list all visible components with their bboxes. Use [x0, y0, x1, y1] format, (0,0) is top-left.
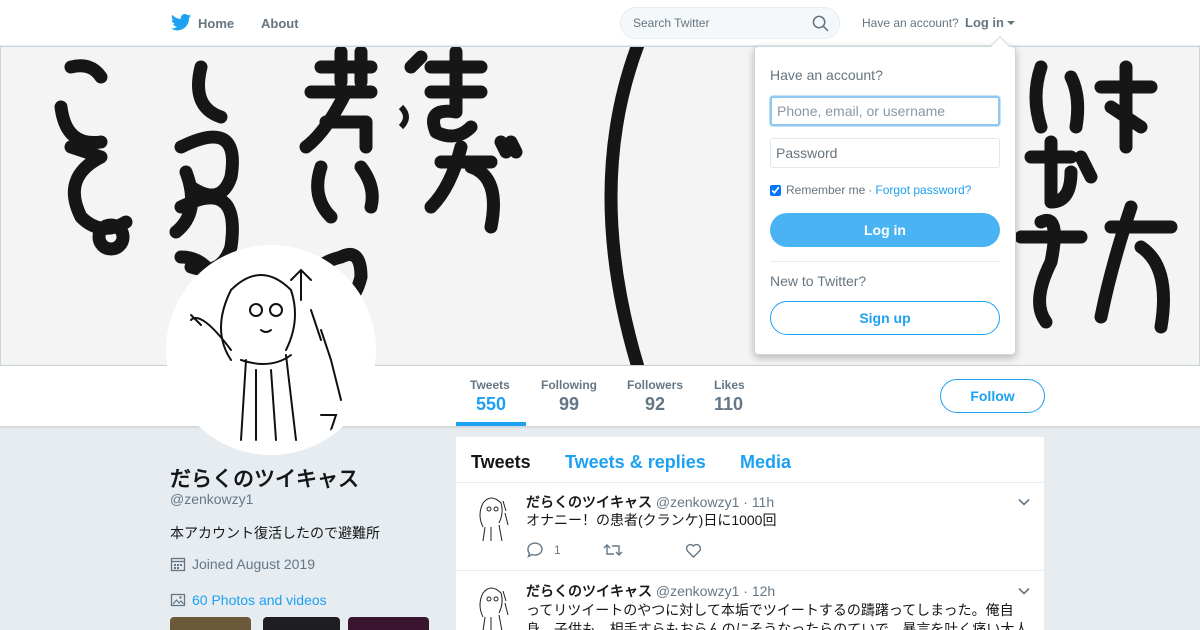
stat-label: Tweets	[470, 378, 510, 392]
tab-media[interactable]: Media	[740, 452, 791, 473]
tweet-header: だらくのツイキャス @zenkowzy1 · 11h	[526, 492, 774, 512]
remember-me-label[interactable]: Remember me	[786, 183, 865, 197]
separator-dot: ·	[868, 183, 873, 197]
follow-button[interactable]: Follow	[940, 379, 1045, 413]
tweet[interactable]: だらくのツイキャス @zenkowzy1 · 11h オナニー！の患者(クランケ…	[456, 483, 1044, 571]
timeline: Tweets Tweets & replies Media だらくのツイキャス …	[456, 437, 1044, 630]
nav-home-link[interactable]: Home	[170, 13, 234, 33]
stat-value: 110	[714, 394, 744, 414]
signup-button[interactable]: Sign up	[770, 301, 1000, 335]
tweet-avatar[interactable]	[471, 493, 513, 543]
stat-followers[interactable]: Followers 92	[627, 378, 683, 415]
reply-icon[interactable]	[526, 542, 544, 558]
stat-value: 92	[645, 394, 666, 414]
tweet-author-handle[interactable]: @zenkowzy1	[656, 583, 739, 599]
media-thumbnail[interactable]	[170, 617, 251, 630]
login-menu-label: Log in	[965, 15, 1004, 30]
joined-text: Joined August 2019	[192, 556, 315, 572]
stat-label: Followers	[627, 378, 684, 392]
stat-likes[interactable]: Likes 110	[714, 378, 745, 415]
avatar-drawing	[171, 250, 371, 450]
tweet-author-name[interactable]: だらくのツイキャス	[526, 583, 652, 599]
remember-me-checkbox[interactable]	[770, 184, 781, 196]
stat-tweets[interactable]: Tweets 550	[470, 378, 510, 415]
stat-value: 99	[559, 394, 580, 414]
reply-count: 1	[554, 543, 561, 557]
retweet-icon[interactable]	[603, 543, 623, 557]
password-field[interactable]	[770, 138, 1000, 168]
photos-videos-link[interactable]: 60 Photos and videos	[170, 592, 327, 608]
twitter-bird-icon	[170, 14, 192, 31]
chevron-down-icon[interactable]	[1018, 587, 1030, 595]
photos-videos-label: 60 Photos and videos	[192, 592, 327, 608]
like-icon[interactable]	[685, 543, 702, 558]
joined-date: Joined August 2019	[170, 556, 315, 572]
active-tab-indicator	[456, 422, 526, 426]
tweet-time[interactable]: 11h	[752, 494, 774, 510]
stat-label: Following	[541, 378, 597, 392]
photo-icon	[170, 593, 186, 607]
new-to-twitter-text: New to Twitter?	[770, 273, 867, 289]
tweet-separator: ·	[743, 494, 748, 510]
tweet-avatar[interactable]	[471, 583, 513, 630]
tweet-actions: 1	[526, 542, 702, 558]
tweet-time[interactable]: 12h	[752, 583, 775, 599]
media-thumbnail[interactable]	[263, 617, 340, 630]
stat-following[interactable]: Following 99	[541, 378, 597, 415]
dropdown-divider	[770, 261, 1000, 262]
profile-name[interactable]: だらくのツイキャス	[170, 463, 359, 493]
stat-value: 550	[476, 394, 507, 414]
tweet-header: だらくのツイキャス @zenkowzy1 · 12h	[526, 581, 775, 601]
profile-handle[interactable]: @zenkowzy1	[170, 491, 253, 507]
remember-row: Remember me · Forgot password?	[770, 183, 971, 197]
forgot-password-link[interactable]: Forgot password?	[875, 183, 971, 197]
media-thumbnail[interactable]	[348, 617, 429, 630]
calendar-icon	[170, 557, 186, 572]
tweet-text-line2: 身、子供も、相手すらもおらんのにそうなったらのていで、暴言を吐く痛い大人	[526, 621, 1029, 630]
search-input[interactable]	[621, 8, 801, 38]
tab-tweets[interactable]: Tweets	[471, 452, 531, 473]
search-box	[620, 7, 840, 39]
nav-about-link[interactable]: About	[261, 16, 299, 31]
username-field[interactable]	[770, 96, 1000, 126]
tweet-text: オナニー！の患者(クランケ)日に1000回	[526, 512, 777, 528]
search-icon[interactable]	[812, 15, 829, 32]
tweet-text: ってリツイートのやつに対して本垢でツイートするの躊躇ってしまった。俺自	[526, 602, 1014, 618]
login-button[interactable]: Log in	[770, 213, 1000, 247]
profile-avatar[interactable]	[166, 245, 376, 455]
profile-bio: 本アカウント復活したので避難所	[170, 525, 380, 541]
tweet-author-name[interactable]: だらくのツイキャス	[526, 494, 652, 510]
tweet[interactable]: だらくのツイキャス @zenkowzy1 · 12h ってリツイートのやつに対し…	[456, 571, 1044, 630]
have-account-text: Have an account?	[862, 16, 959, 30]
tab-tweets-replies[interactable]: Tweets & replies	[565, 452, 706, 473]
top-nav: Home About Have an account? Log in	[0, 0, 1200, 46]
login-menu-toggle[interactable]: Log in	[965, 15, 1015, 30]
chevron-down-icon[interactable]	[1018, 498, 1030, 506]
nav-home-label: Home	[198, 15, 235, 31]
login-dropdown: Have an account? Remember me · Forgot pa…	[754, 36, 1016, 355]
caret-down-icon	[1007, 20, 1015, 25]
tweet-separator: ·	[743, 583, 748, 599]
timeline-tabs: Tweets Tweets & replies Media	[456, 437, 1044, 483]
dropdown-title: Have an account?	[770, 67, 883, 83]
tweet-author-handle[interactable]: @zenkowzy1	[656, 494, 739, 510]
stat-label: Likes	[714, 378, 745, 392]
